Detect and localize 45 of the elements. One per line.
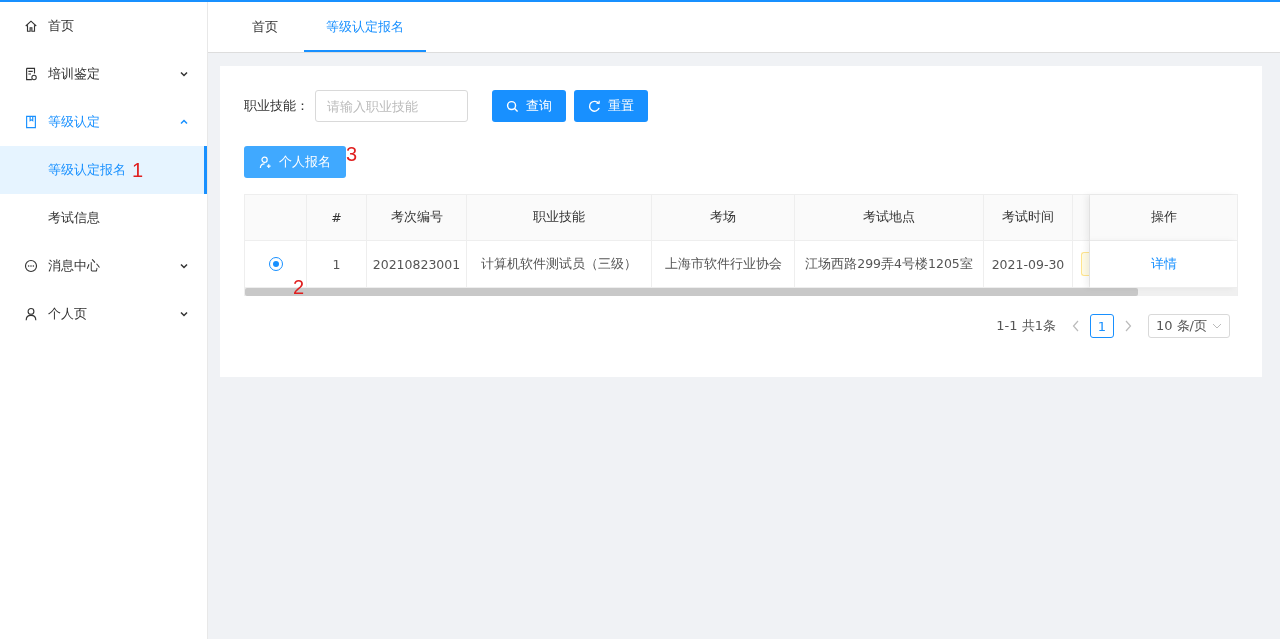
search-icon: [506, 99, 519, 113]
tab[interactable]: 等级认定报名: [304, 3, 426, 52]
column-header: #: [307, 195, 367, 241]
chat-icon: [24, 259, 38, 273]
annotation-number: 3: [346, 144, 358, 164]
chevron-down-icon: [179, 309, 189, 319]
tab[interactable]: 首页: [230, 3, 300, 52]
column-header: 考场: [652, 195, 795, 241]
page-number[interactable]: 1: [1089, 314, 1114, 338]
bookmark-icon: [24, 115, 38, 129]
menu-item[interactable]: 培训鉴定: [0, 50, 207, 98]
menu-item[interactable]: 个人页: [0, 290, 207, 338]
column-header: 职业技能: [467, 195, 652, 241]
row-radio[interactable]: [268, 257, 283, 271]
submenu-item[interactable]: 等级认定报名 1: [0, 146, 207, 194]
menu-item[interactable]: 等级认定: [0, 98, 207, 146]
column-header: 操作: [1090, 195, 1237, 241]
pagination-summary: 1-1 共1条: [996, 317, 1056, 335]
menu-item[interactable]: 消息中心: [0, 242, 207, 290]
column-header: 考试时间: [984, 195, 1073, 241]
search-button[interactable]: 查询: [492, 90, 566, 122]
add-user-icon: [259, 155, 272, 169]
chevron-down-icon: [179, 261, 189, 271]
column-header: 考试地点: [795, 195, 984, 241]
search-field[interactable]: 请输入职业技能: [315, 90, 468, 122]
annotation-number: 2: [293, 277, 305, 297]
reset-button[interactable]: 重置: [574, 90, 648, 122]
details-link[interactable]: 详情: [1150, 255, 1177, 273]
register-button[interactable]: 个人报名: [244, 146, 346, 178]
submenu-item[interactable]: 考试信息: [0, 194, 207, 242]
tag-edge: [1081, 252, 1089, 276]
chevron-down-icon: [179, 69, 189, 79]
annotation-number: 1: [132, 160, 144, 180]
column-header: 考次编号: [367, 195, 467, 241]
refresh-icon: [588, 99, 601, 113]
menu-item[interactable]: 首页: [0, 2, 207, 50]
user-icon: [24, 307, 38, 321]
previous-page-icon[interactable]: [1071, 320, 1080, 332]
home-icon: [24, 19, 38, 33]
field-label: 职业技能：: [244, 97, 309, 115]
chevron-up-icon: [179, 117, 189, 127]
chevron-down-icon: [1212, 323, 1222, 329]
document-icon: [24, 67, 38, 81]
page-size-select[interactable]: 10 条/页: [1147, 314, 1230, 338]
next-page-icon[interactable]: [1123, 320, 1132, 332]
